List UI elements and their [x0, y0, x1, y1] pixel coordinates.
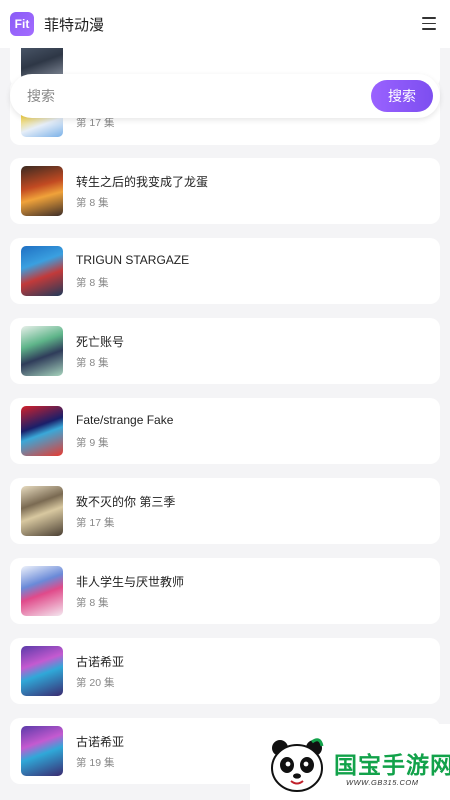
anime-title: 死亡账号: [76, 335, 125, 349]
episode-label: 第 8 集: [76, 277, 109, 289]
list-item[interactable]: 古诺希亚 第 20 集: [10, 638, 440, 704]
cover-image: [21, 246, 63, 296]
list-item[interactable]: 转生之后的我变成了龙蛋 第 8 集: [10, 158, 440, 224]
episode-label: 第 8 集: [76, 597, 109, 609]
anime-title: 转生之后的我变成了龙蛋: [76, 175, 209, 189]
list-item[interactable]: 非人学生与厌世教师 第 8 集: [10, 558, 440, 624]
app-header: Fit 菲特动漫: [0, 0, 450, 48]
cover-image: [21, 166, 63, 216]
app-logo[interactable]: Fit: [10, 12, 34, 36]
anime-title: 致不灭的你 第三季: [76, 495, 176, 509]
episode-label: 第 9 集: [76, 437, 109, 449]
anime-title: 非人学生与厌世教师: [76, 575, 185, 589]
cover-image: [21, 726, 63, 776]
anime-title: 古诺希亚: [76, 735, 125, 749]
episode-label: 第 8 集: [76, 357, 109, 369]
cover-image: [21, 326, 63, 376]
list-item[interactable]: TRIGUN STARGAZE 第 8 集: [10, 238, 440, 304]
watermark-url: WWW.GB315.COM: [346, 778, 419, 787]
anime-title: Fate/strange Fake: [76, 413, 174, 427]
list-item[interactable]: Fate/strange Fake 第 9 集: [10, 398, 440, 464]
cover-image: [21, 406, 63, 456]
search-button[interactable]: 搜索: [371, 80, 433, 112]
list-item[interactable]: 死亡账号 第 8 集: [10, 318, 440, 384]
app-title: 菲特动漫: [44, 16, 105, 34]
search-input[interactable]: [27, 88, 347, 104]
panda-icon: [271, 738, 324, 792]
episode-label: 第 19 集: [76, 757, 115, 769]
episode-label: 第 17 集: [76, 517, 115, 529]
episode-label: 第 20 集: [76, 677, 115, 689]
list-item[interactable]: 致不灭的你 第三季 第 17 集: [10, 478, 440, 544]
cover-image: [21, 646, 63, 696]
watermark: 国宝手游网 WWW.GB315.COM: [250, 724, 450, 800]
watermark-text: 国宝手游网: [334, 752, 450, 778]
menu-icon[interactable]: [422, 17, 436, 30]
search-bar: 搜索: [10, 74, 440, 118]
episode-label: 第 8 集: [76, 197, 109, 209]
cover-image: [21, 566, 63, 616]
anime-title: 古诺希亚: [76, 655, 125, 669]
anime-title: TRIGUN STARGAZE: [76, 253, 190, 267]
cover-image: [21, 486, 63, 536]
